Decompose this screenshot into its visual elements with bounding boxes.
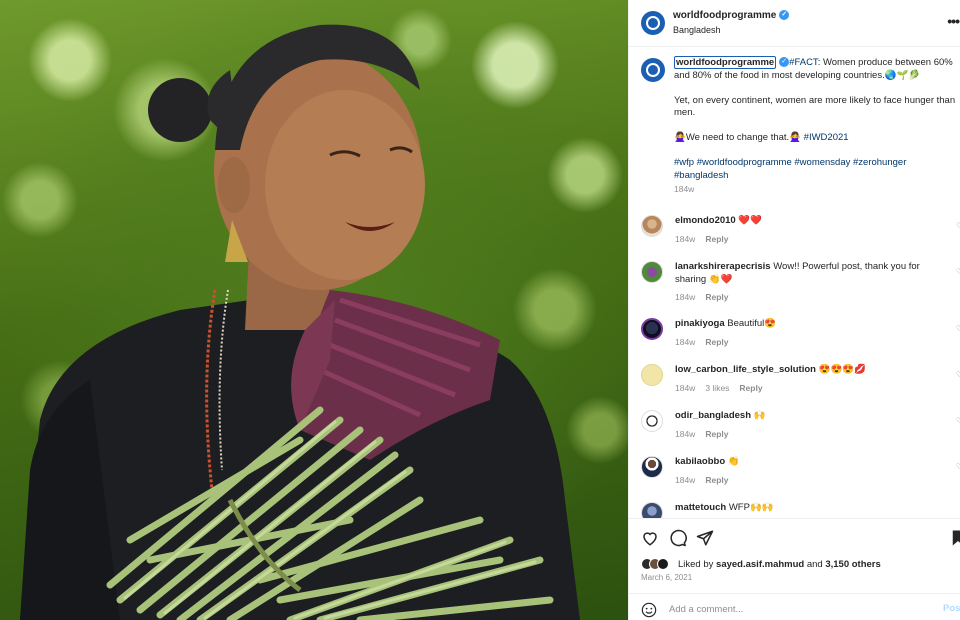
liked-by-user[interactable]: sayed.asif.mahmud <box>716 559 804 570</box>
comment-item: odir_bangladesh 🙌 184w Reply ♡ <box>629 408 960 452</box>
header-username[interactable]: worldfoodprogramme <box>673 10 776 21</box>
post-header: worldfoodprogramme ✓ Bangladesh ••• <box>629 0 960 47</box>
hashtag-fact[interactable]: #FACT <box>789 57 818 68</box>
comment-time[interactable]: 184w <box>675 429 695 439</box>
likes-middle: and <box>804 559 826 570</box>
comment-body: 🙌 <box>753 410 766 421</box>
comment-username[interactable]: pinakiyoga <box>675 318 725 329</box>
comment-time[interactable]: 184w <box>675 292 695 302</box>
save-bookmark-icon[interactable] <box>949 529 960 547</box>
comment-text-row: lanarkshirerapecrisis Wow!! Powerful pos… <box>675 261 937 286</box>
comment-meta: 184w Reply <box>675 292 738 302</box>
reply-button[interactable]: Reply <box>705 475 728 485</box>
comment-username[interactable]: kabilaobbo <box>675 456 725 467</box>
comment-like-icon[interactable]: ♡ <box>956 462 960 471</box>
post-sidebar: worldfoodprogramme ✓ Bangladesh ••• world… <box>628 0 960 620</box>
add-comment-bar: Post <box>629 593 960 620</box>
comment-like-icon[interactable]: ♡ <box>956 267 960 276</box>
reply-button[interactable]: Reply <box>705 337 728 347</box>
comment-username[interactable]: low_carbon_life_style_solution <box>675 364 816 375</box>
comment-like-icon[interactable]: ♡ <box>956 370 960 379</box>
caption-line-3: 🙅‍♀️We need to change that.🙅‍♀️ <box>674 132 802 144</box>
comment-like-icon[interactable]: ♡ <box>956 221 960 230</box>
like-heart-icon[interactable] <box>641 529 659 547</box>
comment-body: 😍😍😍💋 <box>818 364 866 375</box>
caption-hashtags[interactable]: #wfp #worldfoodprogramme #womensday #zer… <box>674 157 906 181</box>
commenter-avatar[interactable] <box>641 456 663 478</box>
comment-like-count[interactable]: 3 likes <box>705 383 729 393</box>
comment-text-row: elmondo2010 ❤️❤️ <box>675 215 937 228</box>
emoji-icon[interactable] <box>641 602 657 618</box>
comment-item: pinakiyoga Beautiful😍 184w Reply ♡ <box>629 316 960 360</box>
reply-button[interactable]: Reply <box>705 292 728 302</box>
caption-username[interactable]: worldfoodprogramme <box>674 56 777 69</box>
comment-text-row: pinakiyoga Beautiful😍 <box>675 318 937 331</box>
post-location[interactable]: Bangladesh <box>673 25 721 35</box>
commenter-avatar[interactable] <box>641 215 663 237</box>
wfp-logo-icon <box>646 16 660 30</box>
more-options-icon[interactable]: ••• <box>947 13 960 29</box>
comment-meta: 184w Reply <box>675 337 738 347</box>
hashtag-iwd[interactable]: #IWD2021 <box>804 132 849 143</box>
verified-badge-icon: ✓ <box>779 10 790 21</box>
reply-button[interactable]: Reply <box>705 429 728 439</box>
comment-time[interactable]: 184w <box>675 337 695 347</box>
caption-line-2: Yet, on every continent, women are more … <box>674 94 956 119</box>
post-actions-bar: Liked by sayed.asif.mahmud and 3,150 oth… <box>629 518 960 620</box>
commenter-avatar[interactable] <box>641 318 663 340</box>
comment-text-row: mattetouch WFP🙌🙌 <box>675 502 937 515</box>
comment-username[interactable]: elmondo2010 <box>675 215 736 226</box>
comment-text-row: kabilaobbo 👏 <box>675 456 937 469</box>
comment-meta: 184w Reply <box>675 475 738 485</box>
comment-bubble-icon[interactable] <box>669 529 687 547</box>
likes-prefix: Liked by <box>678 559 717 570</box>
reply-button[interactable]: Reply <box>739 383 762 393</box>
comment-item: elmondo2010 ❤️❤️ 184w Reply ♡ <box>629 213 960 257</box>
comment-username[interactable]: lanarkshirerapecrisis <box>675 261 771 272</box>
wfp-logo-icon <box>646 63 660 77</box>
post-caption: worldfoodprogramme ✓ #FACT: Women produce … <box>674 56 956 196</box>
photo-illustration <box>20 24 580 620</box>
post-comment-button[interactable]: Post <box>943 603 960 614</box>
share-send-icon[interactable] <box>696 529 714 547</box>
comment-time[interactable]: 184w <box>675 475 695 485</box>
liked-by-avatars[interactable] <box>641 558 671 570</box>
commenter-avatar[interactable] <box>641 410 663 432</box>
comment-text-row: low_carbon_life_style_solution 😍😍😍💋 <box>675 364 937 377</box>
comment-body: Beautiful😍 <box>727 318 777 329</box>
reply-button[interactable]: Reply <box>705 234 728 244</box>
commenter-avatar[interactable] <box>641 364 663 386</box>
comment-meta: 184w 3 likes Reply <box>675 383 773 393</box>
comment-username[interactable]: mattetouch <box>675 502 726 513</box>
caption-timestamp[interactable]: 184w <box>674 183 956 196</box>
comment-time[interactable]: 184w <box>675 383 695 393</box>
commenter-avatar[interactable] <box>641 261 663 283</box>
comment-meta: 184w Reply <box>675 234 738 244</box>
comment-item: lanarkshirerapecrisis Wow!! Powerful pos… <box>629 259 960 303</box>
comment-input[interactable] <box>669 600 919 618</box>
post-date[interactable]: March 6, 2021 <box>641 573 692 582</box>
comment-text-row: odir_bangladesh 🙌 <box>675 410 937 423</box>
comment-body: WFP🙌🙌 <box>728 502 774 513</box>
header-username-row: worldfoodprogramme ✓ <box>673 10 790 21</box>
caption-avatar[interactable] <box>641 58 665 82</box>
comment-like-icon[interactable]: ♡ <box>956 324 960 333</box>
comment-item: low_carbon_life_style_solution 😍😍😍💋 184w… <box>629 362 960 406</box>
likes-count[interactable]: 3,150 others <box>825 559 880 570</box>
comment-meta: 184w Reply <box>675 429 738 439</box>
likes-summary: Liked by sayed.asif.mahmud and 3,150 oth… <box>678 559 881 570</box>
comment-item: kabilaobbo 👏 184w Reply ♡ <box>629 454 960 498</box>
comment-time[interactable]: 184w <box>675 234 695 244</box>
account-avatar[interactable] <box>641 11 665 35</box>
comment-body: 👏 <box>727 456 740 467</box>
comment-like-icon[interactable]: ♡ <box>956 416 960 425</box>
instagram-post-view: worldfoodprogramme ✓ Bangladesh ••• world… <box>0 0 960 620</box>
post-photo[interactable] <box>0 0 628 620</box>
verified-badge-icon: ✓ <box>779 57 790 68</box>
comment-username[interactable]: odir_bangladesh <box>675 410 751 421</box>
comment-body: ❤️❤️ <box>738 215 763 226</box>
